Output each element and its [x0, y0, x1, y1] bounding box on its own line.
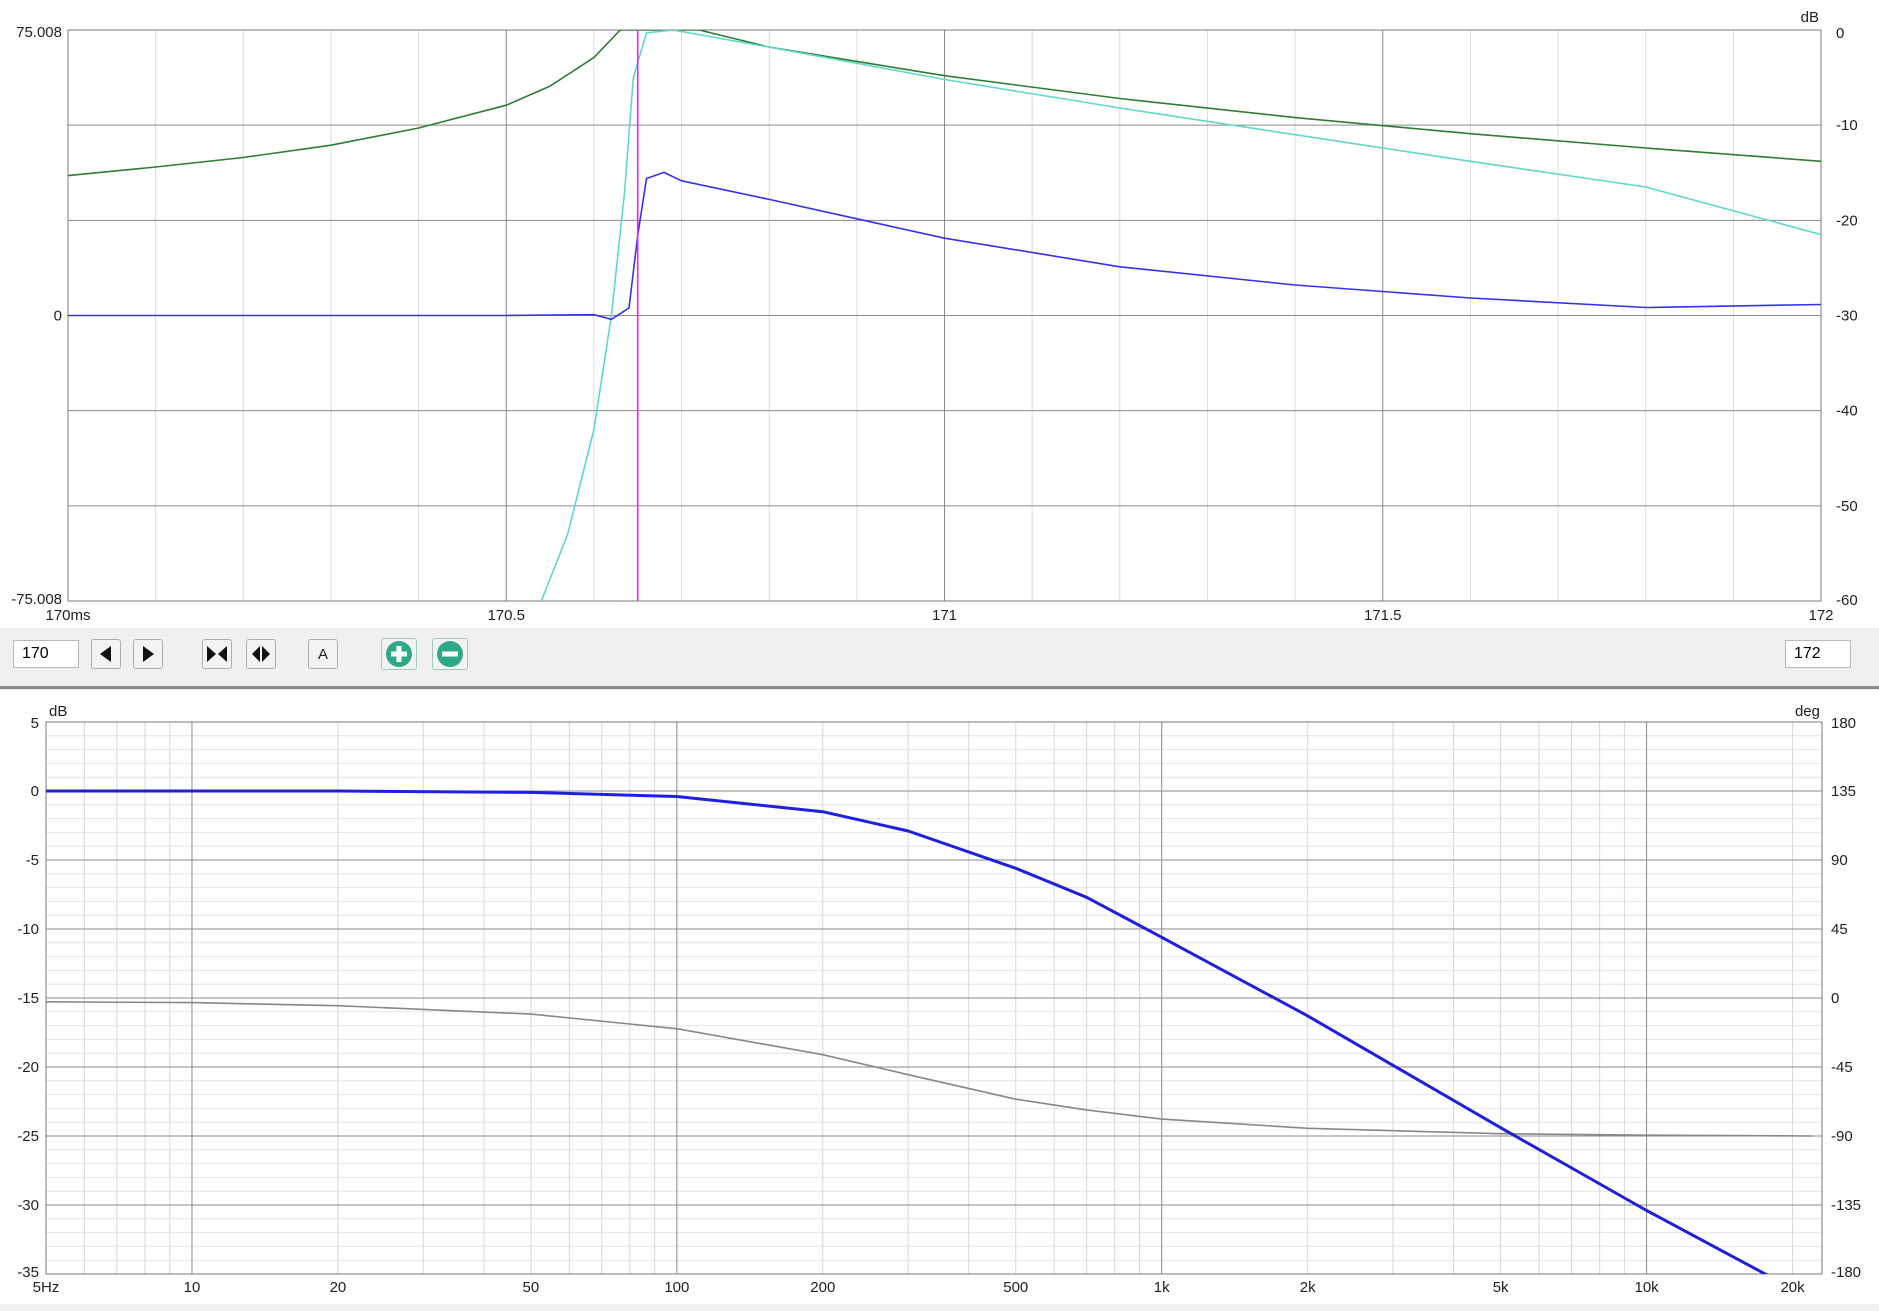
right-axis-tick-label: 135 — [1831, 783, 1856, 800]
impulse-response-chart[interactable]: 75.008 0 -75.008 0 -10 -20 -30 -40 -50 -60 dB 170ms… — [0, 0, 1879, 628]
step-left-button[interactable] — [91, 639, 121, 669]
triangle-left-icon — [100, 646, 111, 662]
left-axis-tick-label: -5 — [26, 852, 39, 869]
auto-button-label: A — [317, 645, 328, 663]
right-axis-tick-label: -180 — [1831, 1264, 1861, 1281]
x-axis-tick-label: 200 — [810, 1279, 835, 1296]
fit-button[interactable] — [202, 639, 232, 669]
left-axis-tick-label: -15 — [17, 990, 39, 1007]
left-axis-tick-label: 0 — [31, 783, 39, 800]
plus-circle-icon — [386, 641, 412, 667]
left-axis-unit: dB — [49, 703, 67, 720]
step-right-button[interactable] — [133, 639, 163, 669]
x-axis-tick-label: 170.5 — [487, 607, 525, 624]
bottom-strip — [0, 1304, 1879, 1311]
left-axis-tick-label: -30 — [17, 1197, 39, 1214]
left-axis-tick-label: 75.008 — [16, 24, 62, 41]
right-axis-tick-label: -30 — [1836, 308, 1858, 325]
right-axis-tick-label: 0 — [1831, 990, 1839, 1007]
x-axis-tick-label: 171.5 — [1364, 607, 1402, 624]
right-axis-tick-label: -20 — [1836, 212, 1858, 229]
x-axis-tick-label: 170ms — [45, 607, 90, 624]
x-axis-tick-label: 100 — [664, 1279, 689, 1296]
right-axis-tick-label: -135 — [1831, 1197, 1861, 1214]
left-axis-tick-label: 5 — [31, 715, 39, 732]
frequency-response-chart[interactable]: 50-5-10-15-20-25-30-35dB18013590450-45-9… — [0, 690, 1879, 1304]
right-axis-tick-label: 180 — [1831, 715, 1856, 732]
x-axis-tick-label: 172 — [1808, 607, 1833, 624]
right-axis-unit: dB — [1801, 9, 1819, 26]
left-axis-tick-label: -75.008 — [11, 591, 62, 608]
x-axis-tick-label: 20 — [330, 1279, 347, 1296]
right-axis-tick-label: -90 — [1831, 1128, 1853, 1145]
x-axis-tick-label: 2k — [1300, 1279, 1316, 1296]
left-axis-tick-label: -20 — [17, 1059, 39, 1076]
triangle-right-icon — [143, 646, 154, 662]
x-axis-tick-label: 20k — [1780, 1279, 1805, 1296]
start-time-input[interactable]: 170 — [13, 640, 79, 668]
minus-circle-icon — [437, 641, 463, 667]
x-axis-tick-label: 5Hz — [33, 1279, 60, 1296]
left-axis-tick-label: 0 — [54, 308, 62, 325]
right-axis-tick-label: -50 — [1836, 498, 1858, 515]
right-axis-tick-label: -45 — [1831, 1059, 1853, 1076]
right-axis-tick-label: -40 — [1836, 403, 1858, 420]
right-axis-tick-label: -10 — [1836, 117, 1858, 134]
x-axis-tick-label: 171 — [932, 607, 957, 624]
x-axis-tick-label: 5k — [1493, 1279, 1509, 1296]
diamond-split-icon — [252, 646, 270, 662]
bowtie-icon — [207, 646, 227, 662]
x-axis-tick-label: 10 — [184, 1279, 201, 1296]
left-axis-tick-label: -25 — [17, 1128, 39, 1145]
time-range-toolbar: 170 A 172 — [0, 628, 1879, 686]
pane-divider[interactable] — [0, 686, 1879, 689]
zoom-in-button[interactable] — [381, 638, 417, 670]
x-axis-tick-label: 10k — [1635, 1279, 1660, 1296]
right-axis-unit: deg — [1795, 703, 1820, 720]
zoom-out-button[interactable] — [432, 638, 468, 670]
phase-curve — [46, 1000, 1813, 1137]
end-time-input[interactable]: 172 — [1785, 640, 1851, 668]
x-axis-tick-label: 500 — [1003, 1279, 1028, 1296]
right-axis-tick-label: 0 — [1836, 25, 1844, 42]
right-axis-tick-label: 90 — [1831, 852, 1848, 869]
auto-button[interactable]: A — [308, 639, 338, 669]
x-axis-tick-label: 1k — [1154, 1279, 1170, 1296]
expand-button[interactable] — [246, 639, 276, 669]
x-axis-tick-label: 50 — [523, 1279, 540, 1296]
right-axis-tick-label: -60 — [1836, 592, 1858, 609]
left-axis-tick-label: -10 — [17, 921, 39, 938]
right-axis-tick-label: 45 — [1831, 921, 1848, 938]
